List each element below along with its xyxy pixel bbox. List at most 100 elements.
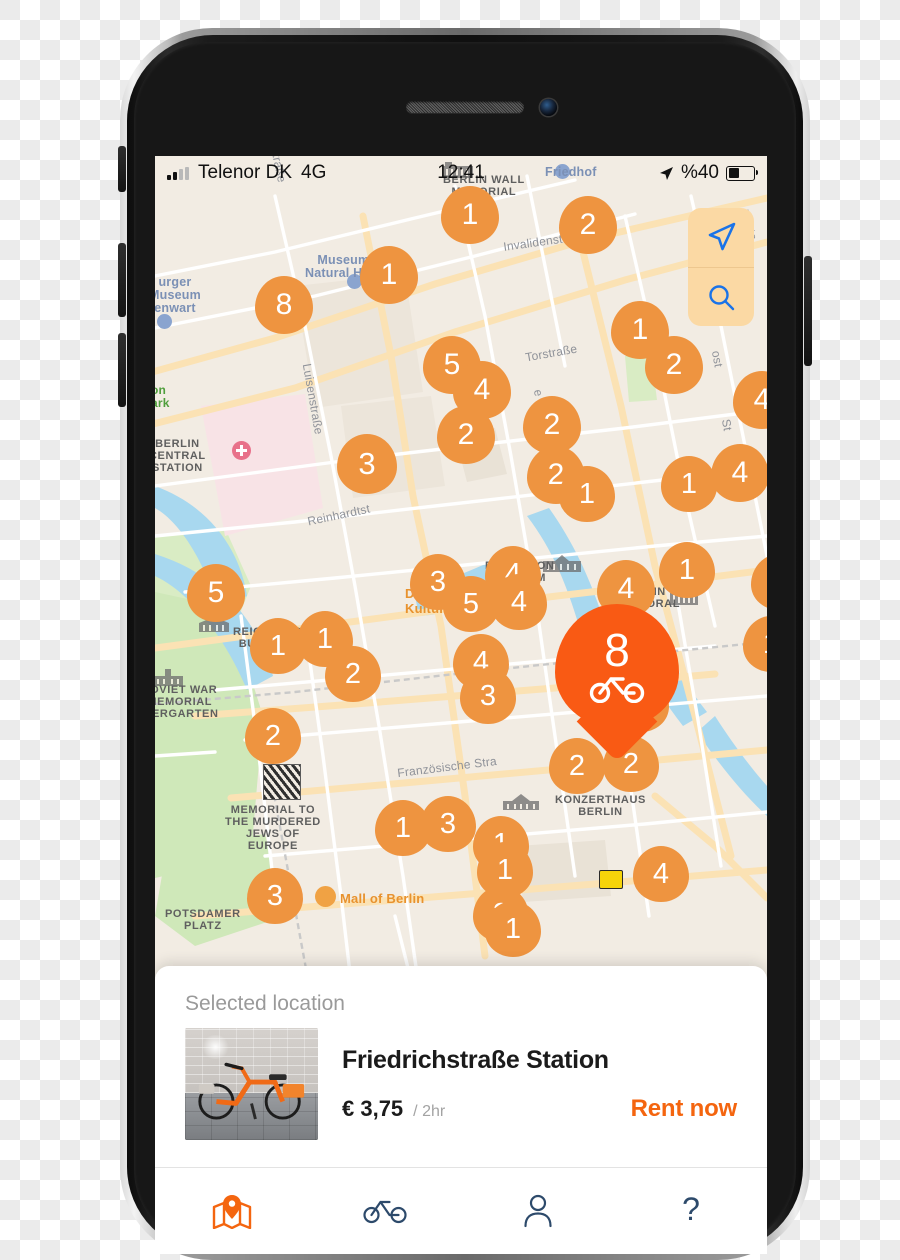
station-pin[interactable]: 2 <box>549 738 605 794</box>
station-pin-count: 3 <box>358 446 376 481</box>
map-label: BERLINCENTRALSTATION <box>155 438 206 474</box>
person-icon <box>523 1194 552 1228</box>
station-pin-count: 2 <box>568 749 586 782</box>
bike-photo <box>185 1028 318 1140</box>
power-button[interactable] <box>804 256 812 366</box>
selected-station-pin[interactable]: 8 <box>555 604 679 728</box>
station-pin[interactable]: 3 <box>337 434 397 494</box>
front-camera-icon <box>540 99 557 116</box>
card-body: Friedrichstraße Station € 3,75 / 2hr Ren… <box>155 1020 767 1168</box>
station-pin[interactable]: 3 <box>460 668 516 724</box>
station-pin-count: 1 <box>496 853 514 886</box>
shopping-icon <box>315 886 336 907</box>
search-icon <box>709 285 735 310</box>
map-label: KONZERTHAUS BERLIN <box>555 794 646 818</box>
station-pin-count: 4 <box>617 572 635 605</box>
station-pin[interactable]: 3 <box>247 868 303 924</box>
locate-button[interactable] <box>688 208 754 267</box>
station-pin-count: 4 <box>510 585 528 618</box>
selected-pin-count: 8 <box>604 624 630 676</box>
station-pin[interactable]: 3 <box>420 796 476 852</box>
tab-bikes[interactable] <box>308 1198 461 1224</box>
card-title: Selected location <box>185 992 345 1015</box>
tab-map[interactable] <box>155 1193 308 1229</box>
poi-marker <box>157 314 172 329</box>
station-pin[interactable]: 1 <box>661 456 717 512</box>
station-pin-count: 1 <box>763 628 767 661</box>
status-right: %40 <box>659 162 759 184</box>
volume-up-button[interactable] <box>118 243 126 317</box>
station-pin-count: 1 <box>504 912 522 945</box>
station-pin[interactable]: 1 <box>360 246 418 304</box>
rent-now-button[interactable]: Rent now <box>631 1095 738 1123</box>
station-pin-count: 1 <box>461 198 479 231</box>
station-pin[interactable]: 1 <box>659 542 715 598</box>
station-pin-count: 2 <box>543 408 561 441</box>
station-pin-count: 2 <box>665 348 683 381</box>
map-label: St <box>718 417 735 433</box>
battery-icon <box>726 165 759 181</box>
station-pin-count: 3 <box>266 879 284 912</box>
station-pin[interactable]: 4 <box>633 846 689 902</box>
bicycle-icon <box>362 1200 407 1224</box>
tab-help[interactable]: ? <box>614 1193 767 1229</box>
price-value: € 3,75 <box>342 1095 404 1121</box>
station-pin-count: 5 <box>462 587 480 620</box>
station-pin[interactable]: 2 <box>559 196 617 254</box>
station-pin[interactable]: 2 <box>437 406 495 464</box>
navigation-arrow-icon <box>708 222 736 251</box>
map-label: Mall of Berlin <box>340 891 425 906</box>
earpiece-speaker <box>406 101 524 113</box>
price-row: € 3,75 / 2hr Rent now <box>342 1095 737 1123</box>
station-pin-count: 4 <box>652 857 670 890</box>
location-arrow-icon <box>659 166 673 180</box>
mute-switch[interactable] <box>118 146 126 192</box>
station-pin-count: 1 <box>678 553 696 586</box>
search-button[interactable] <box>688 266 754 327</box>
bike-illustration <box>198 1062 305 1120</box>
station-pin[interactable]: 4 <box>711 444 767 502</box>
station-pin[interactable]: 1 <box>485 901 541 957</box>
station-pin-count: 3 <box>429 565 447 598</box>
map-label: POTSDAMER PLATZ <box>165 908 241 932</box>
station-pin-count: 8 <box>275 288 293 321</box>
station-pin[interactable]: 8 <box>255 276 313 334</box>
hospital-icon <box>232 441 251 460</box>
memorial-block-icon <box>263 764 301 800</box>
station-pin-count: 4 <box>473 373 491 406</box>
station-pin-count: 2 <box>457 418 475 451</box>
tab-profile[interactable] <box>461 1194 614 1228</box>
map-controls[interactable] <box>688 208 754 326</box>
station-pin[interactable]: 2 <box>325 646 381 702</box>
volume-down-button[interactable] <box>118 333 126 407</box>
battery-percent-label: %40 <box>680 162 719 183</box>
station-pin-count: 3 <box>439 807 457 840</box>
svg-text:?: ? <box>682 1193 700 1227</box>
building-icon <box>503 794 539 810</box>
station-pin-count: 1 <box>394 811 412 844</box>
station-pin-count: 5 <box>207 576 225 609</box>
station-pin-count: 1 <box>680 467 698 500</box>
map-label: MEMORIAL TO THE MURDERED JEWS OF EUROPE <box>225 804 321 852</box>
station-pin[interactable]: 5 <box>187 564 245 622</box>
map-pin-icon <box>212 1195 251 1229</box>
card-info: Friedrichstraße Station € 3,75 / 2hr Ren… <box>342 1046 737 1123</box>
location-name: Friedrichstraße Station <box>342 1045 609 1074</box>
station-pin[interactable]: 2 <box>645 336 703 394</box>
station-pin-count: 2 <box>579 208 597 241</box>
station-pin[interactable]: 2 <box>245 708 301 764</box>
taxi-marker <box>599 870 623 889</box>
phone-screen: FriedhofBERLIN WALLMEMORIALInvalidenstra… <box>155 156 767 1254</box>
station-pin[interactable]: 4 <box>491 574 547 630</box>
tab-bar[interactable]: ? <box>155 1167 767 1254</box>
map-label: urgerMuseumenwart <box>155 275 201 315</box>
station-pin[interactable]: 1 <box>559 466 615 522</box>
phone-device: FriedhofBERLIN WALLMEMORIALInvalidenstra… <box>118 28 812 1260</box>
map-label: onark <box>155 383 170 410</box>
map-label: ost <box>708 349 726 369</box>
status-bar: Telenor DK 4G 12:41 %40 <box>155 156 767 190</box>
map-label: SOVIET WARMEMORIALTIERGARTEN <box>155 684 219 720</box>
station-pin-count: 1 <box>380 258 398 291</box>
station-pin-count: 2 <box>264 719 282 752</box>
station-pin[interactable]: 1 <box>441 186 499 244</box>
